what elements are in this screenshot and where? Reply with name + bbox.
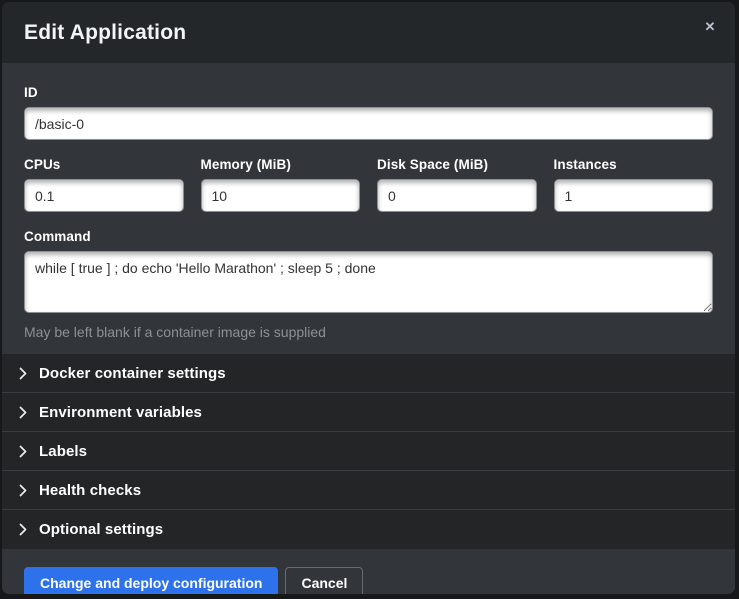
section-labels[interactable]: Labels bbox=[2, 432, 735, 471]
edit-application-modal: Edit Application ✕ ID CPUs Memory (MiB) … bbox=[2, 2, 735, 594]
modal-title: Edit Application bbox=[24, 21, 186, 45]
command-field-group: Command while [ true ] ; do echo 'Hello … bbox=[24, 229, 713, 340]
chevron-right-icon bbox=[19, 483, 29, 497]
application-form: ID CPUs Memory (MiB) Disk Space (MiB) In… bbox=[2, 63, 735, 354]
disk-label: Disk Space (MiB) bbox=[377, 157, 537, 172]
collapsible-sections: Docker container settings Environment va… bbox=[2, 354, 735, 549]
section-label: Docker container settings bbox=[39, 365, 226, 382]
cancel-button[interactable]: Cancel bbox=[285, 567, 363, 594]
section-optional-settings[interactable]: Optional settings bbox=[2, 510, 735, 549]
cpus-input[interactable] bbox=[24, 179, 184, 212]
section-docker-container-settings[interactable]: Docker container settings bbox=[2, 354, 735, 393]
id-field-group: ID bbox=[24, 85, 713, 140]
section-label: Health checks bbox=[39, 482, 141, 499]
section-label: Environment variables bbox=[39, 404, 202, 421]
section-label: Optional settings bbox=[39, 521, 163, 538]
change-and-deploy-button[interactable]: Change and deploy configuration bbox=[24, 567, 278, 594]
chevron-right-icon bbox=[19, 444, 29, 458]
memory-input[interactable] bbox=[201, 179, 361, 212]
section-environment-variables[interactable]: Environment variables bbox=[2, 393, 735, 432]
memory-field-group: Memory (MiB) bbox=[201, 157, 361, 212]
disk-field-group: Disk Space (MiB) bbox=[377, 157, 537, 212]
instances-field-group: Instances bbox=[554, 157, 714, 212]
id-label: ID bbox=[24, 85, 713, 100]
command-help-text: May be left blank if a container image i… bbox=[24, 324, 713, 340]
modal-footer: Change and deploy configuration Cancel bbox=[2, 549, 735, 594]
memory-label: Memory (MiB) bbox=[201, 157, 361, 172]
instances-label: Instances bbox=[554, 157, 714, 172]
chevron-right-icon bbox=[19, 405, 29, 419]
id-input[interactable] bbox=[24, 107, 713, 140]
section-health-checks[interactable]: Health checks bbox=[2, 471, 735, 510]
instances-input[interactable] bbox=[554, 179, 714, 212]
cpus-field-group: CPUs bbox=[24, 157, 184, 212]
modal-header: Edit Application ✕ bbox=[2, 2, 735, 63]
command-label: Command bbox=[24, 229, 713, 244]
disk-input[interactable] bbox=[377, 179, 537, 212]
chevron-right-icon bbox=[19, 523, 29, 537]
chevron-right-icon bbox=[19, 366, 29, 380]
close-icon[interactable]: ✕ bbox=[701, 18, 719, 36]
resources-row: CPUs Memory (MiB) Disk Space (MiB) Insta… bbox=[24, 157, 713, 212]
command-textarea[interactable]: while [ true ] ; do echo 'Hello Marathon… bbox=[24, 251, 713, 313]
section-label: Labels bbox=[39, 443, 87, 460]
cpus-label: CPUs bbox=[24, 157, 184, 172]
